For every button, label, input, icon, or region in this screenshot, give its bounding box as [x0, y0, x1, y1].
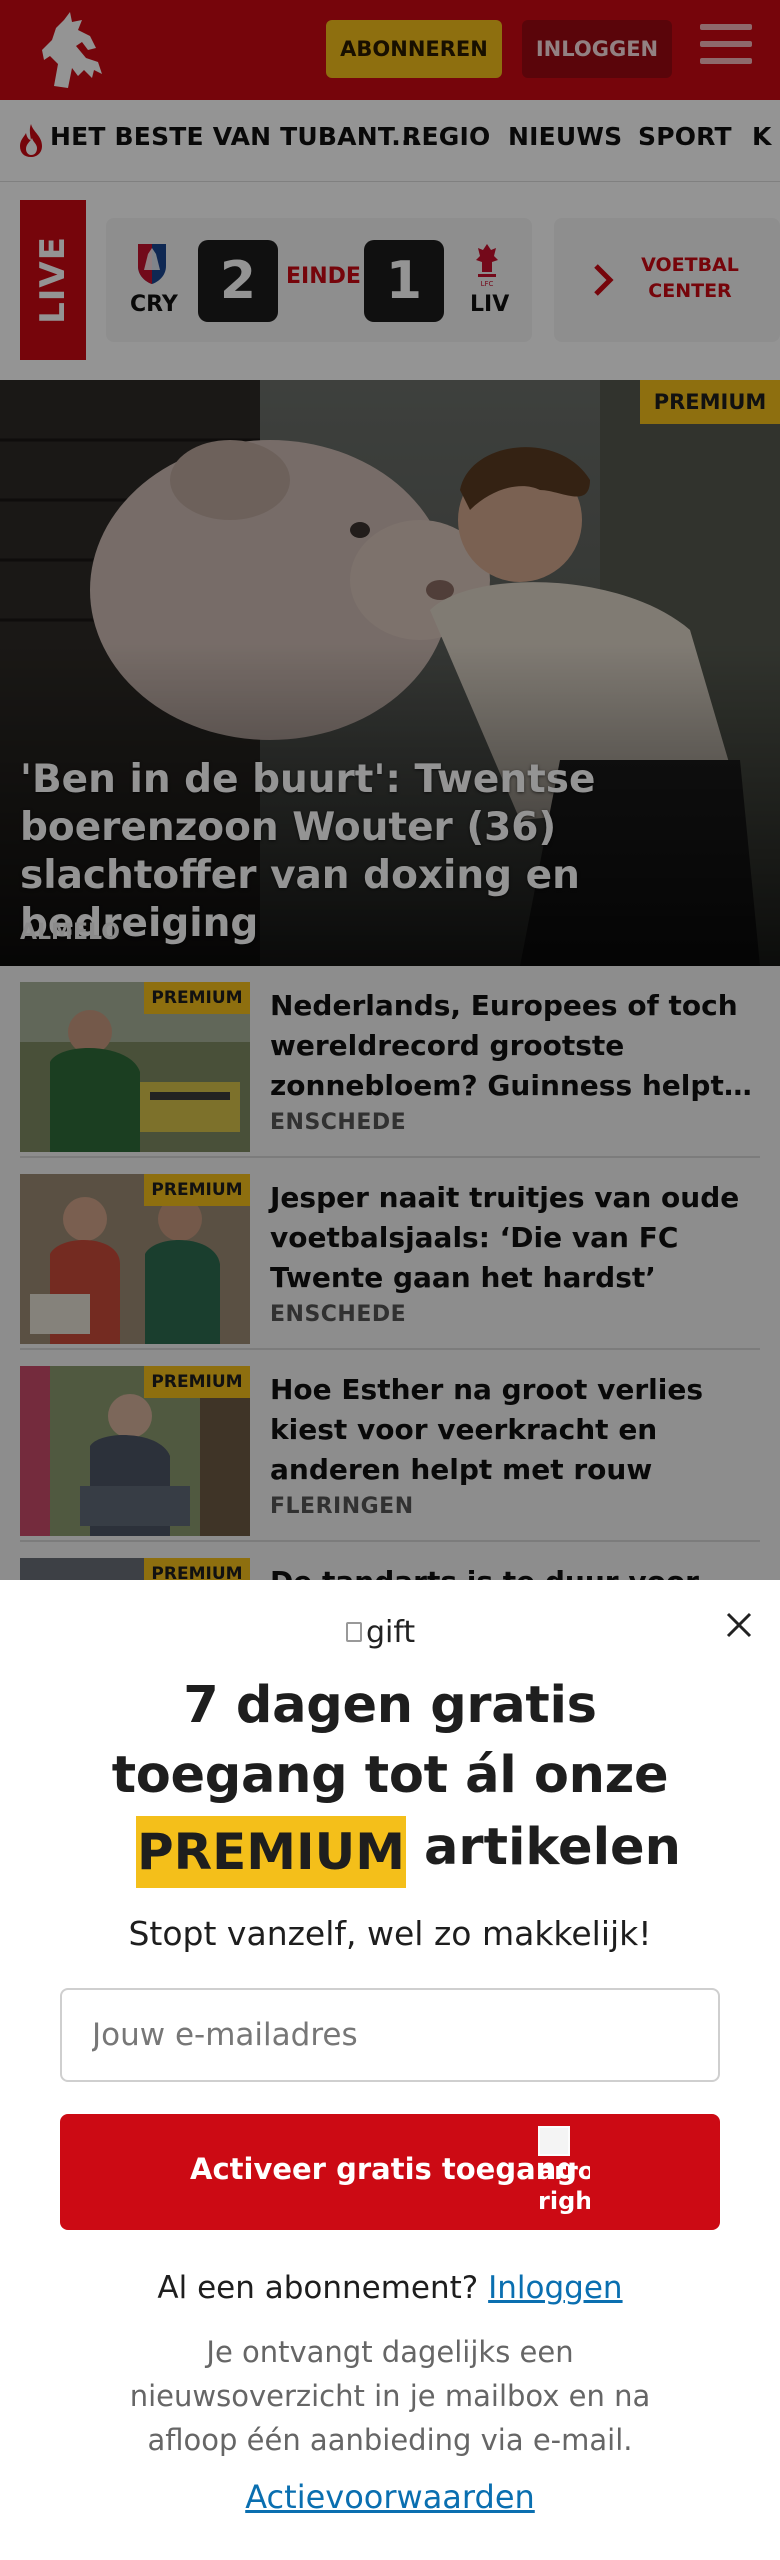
gift-icon: gift [346, 1612, 436, 1652]
modal-title-artikelen: artikelen [424, 1818, 681, 1877]
have-subscription-text: Al een abonnement? [157, 2270, 479, 2306]
terms-link[interactable]: Actievoorwaarden [0, 2478, 780, 2516]
modal-title-line1: 7 dagen gratis [183, 1676, 597, 1735]
email-field[interactable] [60, 1988, 720, 2082]
modal-info-text: Je ontvangt dagelijks een nieuwsoverzich… [129, 2335, 651, 2457]
have-subscription-line: Al een abonnement? Inloggen [0, 2270, 780, 2306]
modal-backdrop[interactable] [0, 0, 780, 1580]
activate-button-label: Activeer gratis toegang [190, 2152, 578, 2186]
login-link[interactable]: Inloggen [488, 2270, 622, 2306]
activate-button[interactable]: Activeer gratis toegang arrow right [60, 2114, 720, 2230]
close-icon[interactable] [720, 1606, 758, 1644]
modal-premium-highlight: PREMIUM [136, 1816, 406, 1888]
modal-subtitle: Stopt vanzelf, wel zo makkelijk! [128, 1914, 652, 1953]
arrow-right-icon: arrow right [538, 2126, 590, 2222]
modal-title-line2: toegang tot ál onze [111, 1746, 669, 1805]
